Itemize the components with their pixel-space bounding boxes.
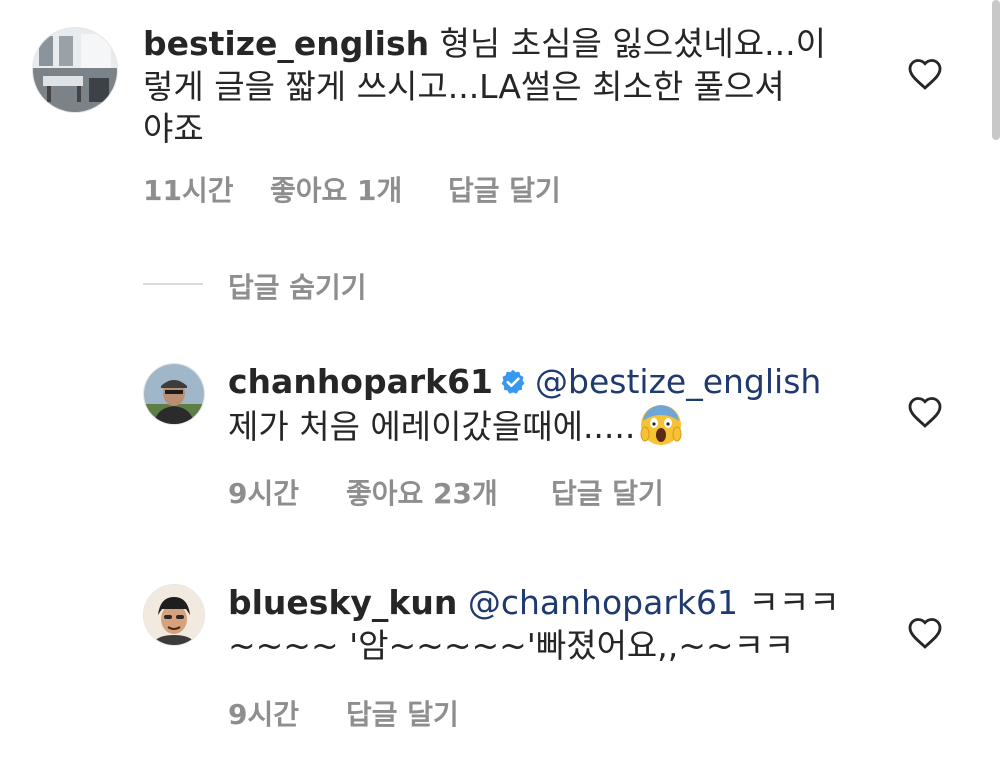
comment-username[interactable]: chanhopark61 [228,362,493,401]
comment-time: 11시간 [143,174,234,207]
heart-outline-icon[interactable] [907,57,943,91]
comment-likes[interactable]: 좋아요 1개 [270,169,402,209]
comment-body-line2: 제가 처음 에레이갔을때에..... [228,403,683,450]
comment-likes[interactable]: 좋아요 23개 [346,472,498,512]
comment-username[interactable]: bluesky_kun [228,583,457,622]
comments-view: bestize_english 형님 초심을 잃으셨네요...이 렇게 글을 짧… [0,0,1000,762]
comment-text: bestize_english 형님 초심을 잃으셨네요...이 [143,21,826,67]
comment-mention[interactable]: @bestize_english [535,362,821,401]
scrollbar[interactable] [992,0,1000,140]
comment-username[interactable]: bestize_english [143,24,429,63]
avatar[interactable] [143,584,205,646]
comment-body-line2: 렇게 글을 짧게 쓰시고...LA썰은 최소한 풀으셔 [143,67,785,106]
comment-time: 9시간 [228,477,300,510]
comment-text: chanhopark61 @bestize_english [228,359,821,405]
hide-replies-label[interactable]: 답글 숨기기 [228,266,367,306]
verified-badge-icon [501,369,525,394]
reply-button[interactable]: 답글 달기 [448,169,561,209]
reply-button[interactable]: 답글 달기 [551,472,664,512]
comment-mention[interactable]: @chanhopark61 [468,583,738,622]
comment-body-line1: ㅋㅋㅋ [737,583,840,622]
reply-button[interactable]: 답글 달기 [346,693,459,733]
comment-text: bluesky_kun @chanhopark61 ㅋㅋㅋ [228,580,840,626]
comment-body-line1: 형님 초심을 잃으셨네요...이 [429,24,826,63]
heart-outline-icon[interactable] [907,616,943,650]
comment-body-text: 제가 처음 에레이갔을때에..... [228,407,636,446]
comment-body-line2: ~~~~ '암~~~~~'빠졌어요,,~~ㅋㅋ [228,626,795,665]
face-screaming-in-fear-icon [640,405,682,445]
avatar[interactable] [32,27,118,113]
avatar[interactable] [143,363,205,425]
comment-time: 9시간 [228,698,300,731]
hide-replies-divider [143,283,203,285]
heart-outline-icon[interactable] [907,395,943,429]
comment-body-line3: 야죠 [143,109,204,148]
